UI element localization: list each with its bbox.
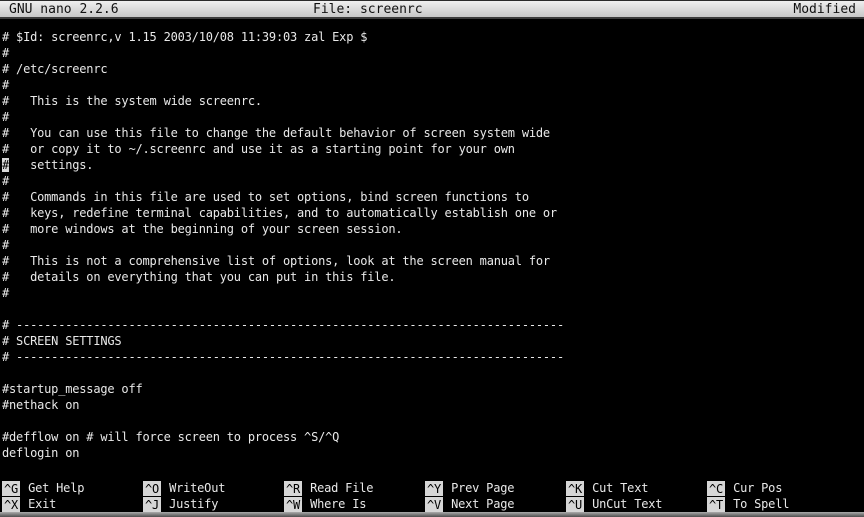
- editor-line: # /etc/screenrc: [2, 61, 864, 77]
- shortcut-label: Prev Page: [451, 480, 514, 496]
- editor-line: # --------------------------------------…: [2, 349, 864, 365]
- editor-line: # SCREEN SETTINGS: [2, 333, 864, 349]
- editor-line: # settings.: [2, 157, 864, 173]
- editor-line: [2, 301, 864, 317]
- editor-line: deflogin on: [2, 445, 864, 461]
- nano-titlebar: GNU nano 2.2.6 File: screenrc Modified: [0, 0, 864, 19]
- shortcut-key: ^Y: [425, 481, 443, 496]
- editor-line: # more windows at the beginning of your …: [2, 221, 864, 237]
- editor-line: # keys, redefine terminal capabilities, …: [2, 205, 864, 221]
- shortcut-label: Exit: [28, 496, 56, 512]
- shortcut-read-file[interactable]: ^R Read File: [282, 480, 423, 496]
- shortcut-get-help[interactable]: ^G Get Help: [0, 480, 141, 496]
- shortcut-prev-page[interactable]: ^Y Prev Page: [423, 480, 564, 496]
- shortcut-key: ^J: [143, 497, 161, 512]
- shortcut-label: To Spell: [733, 496, 789, 512]
- terminal-window: GNU nano 2.2.6 File: screenrc Modified #…: [0, 0, 864, 517]
- editor-line: # This is the system wide screenrc.: [2, 93, 864, 109]
- editor-line: # $Id: screenrc,v 1.15 2003/10/08 11:39:…: [2, 29, 864, 45]
- shortcut-key: ^C: [707, 481, 725, 496]
- shortcut-label: Justify: [169, 496, 218, 512]
- editor-line: #nethack on: [2, 397, 864, 413]
- editor-line: [2, 365, 864, 381]
- editor-line: #: [2, 285, 864, 301]
- editor-line: # This is not a comprehensive list of op…: [2, 253, 864, 269]
- shortcut-key: ^U: [566, 497, 584, 512]
- shortcut-label: Where Is: [310, 496, 366, 512]
- editor-line: # You can use this file to change the de…: [2, 125, 864, 141]
- shortcut-cut-text[interactable]: ^K Cut Text: [564, 480, 705, 496]
- shortcut-key: ^W: [284, 497, 302, 512]
- shortcut-to-spell[interactable]: ^T To Spell: [705, 496, 846, 512]
- shortcut-next-page[interactable]: ^V Next Page: [423, 496, 564, 512]
- shortcut-uncut-text[interactable]: ^U UnCut Text: [564, 496, 705, 512]
- shortcut-label: UnCut Text: [592, 496, 662, 512]
- nano-version-label: GNU nano 2.2.6: [9, 2, 119, 18]
- editor-line: # details on everything that you can put…: [2, 269, 864, 285]
- shortcut-label: Get Help: [28, 480, 84, 496]
- shortcut-key: ^T: [707, 497, 725, 512]
- editor-line: #defflow on # will force screen to proce…: [2, 429, 864, 445]
- shortcut-key: ^K: [566, 481, 584, 496]
- shortcut-label: Next Page: [451, 496, 514, 512]
- shortcut-key: ^X: [2, 497, 20, 512]
- shortcut-key: ^R: [284, 481, 302, 496]
- editor-line: #: [2, 109, 864, 125]
- editor-line: #: [2, 77, 864, 93]
- editor-line: # --------------------------------------…: [2, 317, 864, 333]
- shortcut-justify[interactable]: ^J Justify: [141, 496, 282, 512]
- shortcut-where-is[interactable]: ^W Where Is: [282, 496, 423, 512]
- shortcut-writeout[interactable]: ^O WriteOut: [141, 480, 282, 496]
- shortcut-label: Cut Text: [592, 480, 648, 496]
- window-bottom-edge: [0, 512, 864, 517]
- file-title: File: screenrc: [313, 2, 423, 18]
- shortcut-key: ^O: [143, 481, 161, 496]
- editor-line: #startup_message off: [2, 381, 864, 397]
- editor-line: # Commands in this file are used to set …: [2, 189, 864, 205]
- shortcut-key: ^G: [2, 481, 20, 496]
- shortcut-exit[interactable]: ^X Exit: [0, 496, 141, 512]
- shortcut-bar: ^G Get Help ^O WriteOut ^R Read File ^Y Prev Pa…: [0, 480, 864, 512]
- editor-line: #: [2, 45, 864, 61]
- shortcut-label: WriteOut: [169, 480, 225, 496]
- text-cursor: #: [2, 158, 9, 172]
- editor-line: # or copy it to ~/.screenrc and use it a…: [2, 141, 864, 157]
- editor-line: #: [2, 173, 864, 189]
- shortcut-label: Cur Pos: [733, 480, 782, 496]
- modified-indicator: Modified: [793, 2, 856, 18]
- shortcut-key: ^V: [425, 497, 443, 512]
- shortcut-label: Read File: [310, 480, 373, 496]
- shortcut-cur-pos[interactable]: ^C Cur Pos: [705, 480, 846, 496]
- editor-line: [2, 413, 864, 429]
- editor-line: #: [2, 237, 864, 253]
- editor-content[interactable]: # $Id: screenrc,v 1.15 2003/10/08 11:39:…: [0, 19, 864, 461]
